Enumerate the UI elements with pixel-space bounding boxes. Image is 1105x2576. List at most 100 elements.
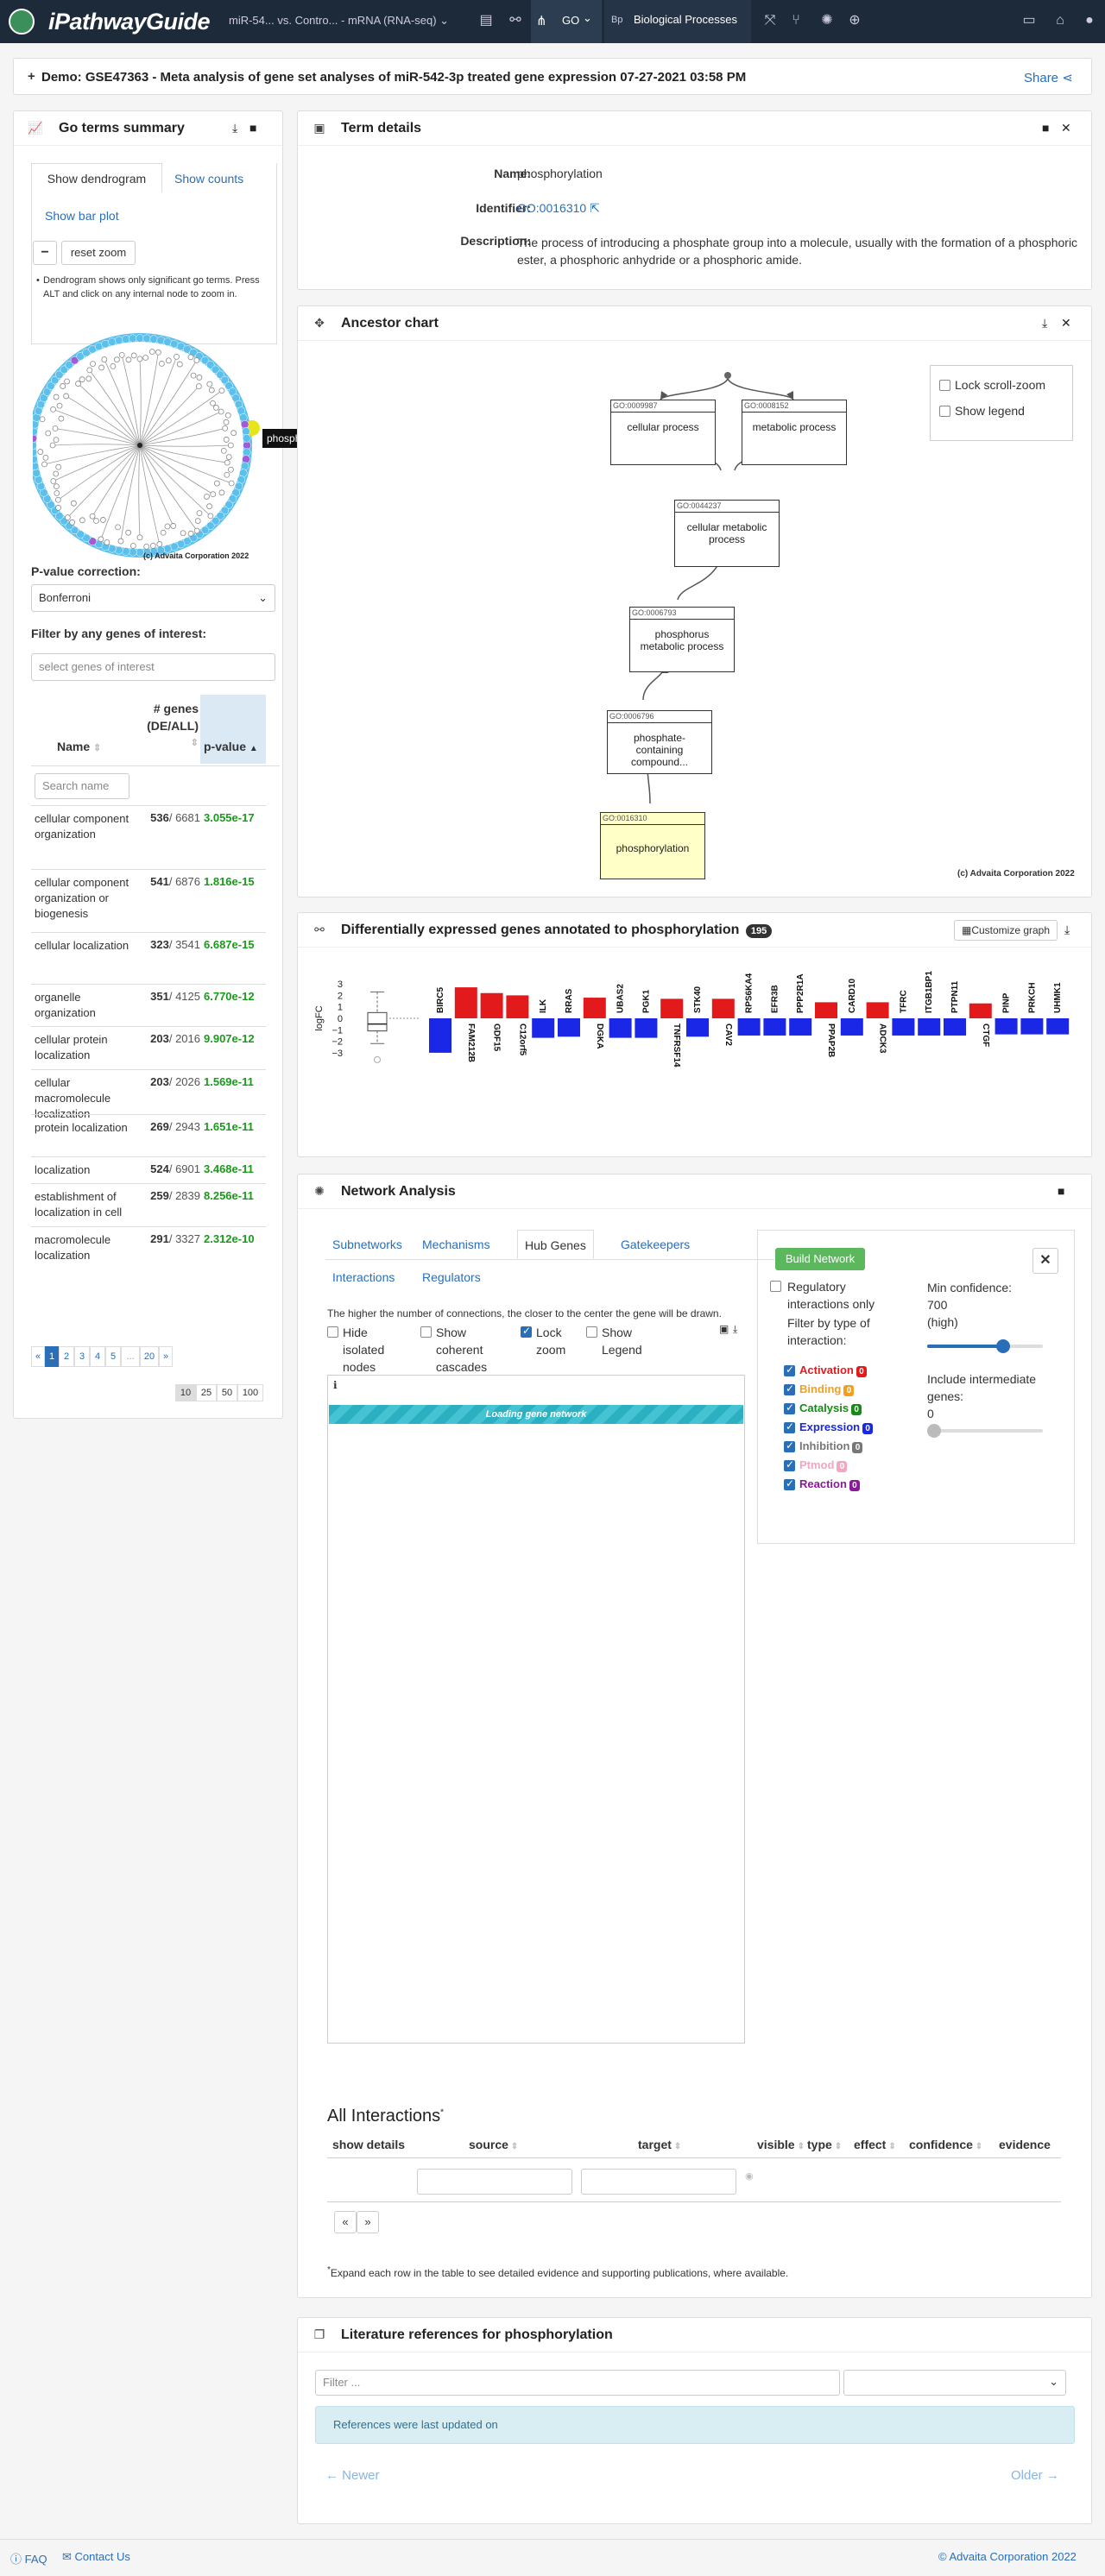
search-name-input[interactable]: Search name	[35, 773, 129, 799]
tab-show-dendrogram[interactable]: Show dendrogram	[31, 163, 162, 192]
bar[interactable]	[789, 1018, 811, 1036]
interaction-type-checkbox[interactable]	[784, 1403, 795, 1414]
build-network-button[interactable]: Build Network	[775, 1248, 865, 1270]
network-option-checkbox[interactable]	[586, 1326, 597, 1338]
term-name-cell[interactable]: establishment of localization in cell	[35, 1189, 135, 1220]
interactions-col[interactable]: effect ⇕	[854, 2138, 896, 2151]
table-row[interactable]: localization 524/ 6901 3.468e-11	[31, 1156, 266, 1183]
user-icon[interactable]: ●	[1081, 12, 1098, 29]
intermediate-slider[interactable]	[927, 1429, 1043, 1433]
network-canvas[interactable]: ℹ Loading gene network	[327, 1375, 745, 2044]
term-name-cell[interactable]: cellular component organization	[35, 811, 135, 842]
bar[interactable]	[686, 1018, 709, 1036]
dendrogram[interactable]	[33, 327, 279, 564]
pathway-icon[interactable]: ⤧	[761, 12, 779, 29]
network-tab[interactable]: Gatekeepers	[614, 1230, 697, 1259]
download-icon[interactable]: ⤓	[1042, 316, 1047, 331]
interactions-col[interactable]: show details	[332, 2138, 405, 2151]
download-icon[interactable]: ⤓	[1064, 923, 1070, 937]
bar[interactable]	[635, 1018, 657, 1038]
term-name-cell[interactable]: cellular protein localization	[35, 1032, 135, 1063]
lock-scroll-zoom-checkbox[interactable]	[939, 380, 950, 391]
page-link[interactable]: 1	[45, 1346, 59, 1367]
interactions-col[interactable]: evidence	[999, 2138, 1051, 2151]
close-filters-button[interactable]: ✕	[1032, 1248, 1058, 1274]
share-button[interactable]: Share ⋖	[1024, 70, 1073, 85]
prev-page[interactable]: «	[31, 1346, 45, 1367]
target-icon[interactable]: ⊕	[846, 12, 863, 29]
bar[interactable]	[944, 1018, 966, 1036]
next-page[interactable]: »	[159, 1346, 173, 1367]
tab-show-bar-plot[interactable]: Show bar plot	[45, 209, 119, 223]
video-icon[interactable]: ■	[249, 121, 256, 135]
contrast-selector[interactable]: miR-54... vs. Contro... - mRNA (RNA-seq)…	[229, 14, 449, 28]
close-icon[interactable]: ✕	[1061, 316, 1071, 331]
interactions-col[interactable]: confidence ⇕	[909, 2138, 982, 2151]
col-pvalue[interactable]: p-value ▲	[204, 740, 258, 753]
bar[interactable]	[506, 995, 528, 1018]
table-row[interactable]: cellular protein localization 203/ 2016 9.…	[31, 1026, 266, 1069]
network-option-checkbox[interactable]	[521, 1326, 532, 1338]
bar[interactable]	[532, 1018, 554, 1038]
table-icon[interactable]: ▤	[477, 12, 495, 29]
source-filter-input[interactable]	[417, 2169, 572, 2195]
eye-icon[interactable]: ◉	[745, 2170, 754, 2182]
gene-filter-input[interactable]: select genes of interest	[31, 653, 275, 681]
bar[interactable]	[584, 998, 606, 1018]
ancestor-node[interactable]: GO:0044237 cellular metabolic process	[674, 500, 780, 567]
table-row[interactable]: cellular localization 323/ 3541 6.687e-15	[31, 932, 266, 984]
table-row[interactable]: cellular macromolecule localization 203/ …	[31, 1069, 266, 1114]
interaction-type-checkbox[interactable]	[784, 1479, 795, 1490]
page-size-option[interactable]: 25	[196, 1384, 217, 1401]
network-tab[interactable]: Interactions	[325, 1263, 401, 1292]
term-name-cell[interactable]: organelle organization	[35, 990, 135, 1021]
page-link[interactable]: ...	[121, 1346, 140, 1367]
page-size-option[interactable]: 50	[217, 1384, 237, 1401]
faq-link[interactable]: ⓘ FAQ	[10, 2550, 47, 2567]
app-logo[interactable]	[9, 9, 35, 35]
brand-name[interactable]: iPathwayGuide	[48, 9, 210, 35]
term-identifier-link[interactable]: GO:0016310 ⇱	[517, 201, 600, 216]
page-link[interactable]: 3	[74, 1346, 90, 1367]
newer-link[interactable]: ← Newer	[325, 2468, 380, 2483]
home-icon[interactable]: ⌂	[1051, 12, 1069, 29]
bar[interactable]	[738, 1018, 761, 1036]
contact-link[interactable]: ✉ Contact Us	[62, 2550, 130, 2564]
col-name[interactable]: Name ⇕	[57, 740, 101, 753]
literature-select[interactable]: ⌄	[843, 2370, 1066, 2396]
network-tab[interactable]: Mechanisms	[415, 1230, 497, 1259]
ancestor-node[interactable]: GO:0016310 phosphorylation	[600, 812, 705, 879]
term-name-cell[interactable]: cellular component organization or bioge…	[35, 875, 135, 922]
bar[interactable]	[995, 1018, 1018, 1035]
download-icon[interactable]: ⤓	[733, 1323, 737, 1336]
network-icon[interactable]: ✺	[818, 12, 836, 29]
video-icon[interactable]: ■	[1058, 1184, 1064, 1198]
table-row[interactable]: cellular component organization or bioge…	[31, 869, 266, 932]
bar[interactable]	[609, 1018, 632, 1038]
ancestor-node[interactable]: GO:0006796 phosphate-containing compound.…	[607, 710, 712, 774]
zoom-out-button[interactable]: −	[33, 241, 57, 265]
info-icon[interactable]: ℹ	[333, 1379, 338, 1391]
bar[interactable]	[429, 1018, 451, 1053]
fork-icon[interactable]: ⑂	[787, 12, 805, 29]
page-size-option[interactable]: 100	[237, 1384, 263, 1401]
network-option-checkbox[interactable]	[420, 1326, 432, 1338]
page-link[interactable]: 5	[105, 1346, 121, 1367]
interactions-col[interactable]: target ⇕	[638, 2138, 681, 2151]
bar[interactable]	[763, 1018, 786, 1036]
bar[interactable]	[660, 998, 683, 1018]
table-row[interactable]: macromolecule localization 291/ 3327 2.312…	[31, 1226, 266, 1266]
target-filter-input[interactable]	[581, 2169, 736, 2195]
col-genes[interactable]: # genes (DE/ALL) ⇕	[138, 700, 199, 752]
network-option-checkbox[interactable]	[327, 1326, 338, 1338]
term-name-cell[interactable]: cellular localization	[35, 938, 135, 954]
slider-handle[interactable]	[927, 1424, 941, 1438]
pvalue-correction-select[interactable]: Bonferroni ⌄	[31, 584, 275, 612]
next-page-button[interactable]: »	[357, 2211, 379, 2233]
bar[interactable]	[455, 987, 477, 1018]
go-tab[interactable]: ⋔ GO ⌄	[531, 0, 602, 43]
bar[interactable]	[815, 1002, 837, 1018]
table-row[interactable]: cellular component organization 536/ 6681…	[31, 805, 266, 869]
bar[interactable]	[892, 1018, 914, 1036]
plus-icon[interactable]: +	[28, 69, 35, 84]
